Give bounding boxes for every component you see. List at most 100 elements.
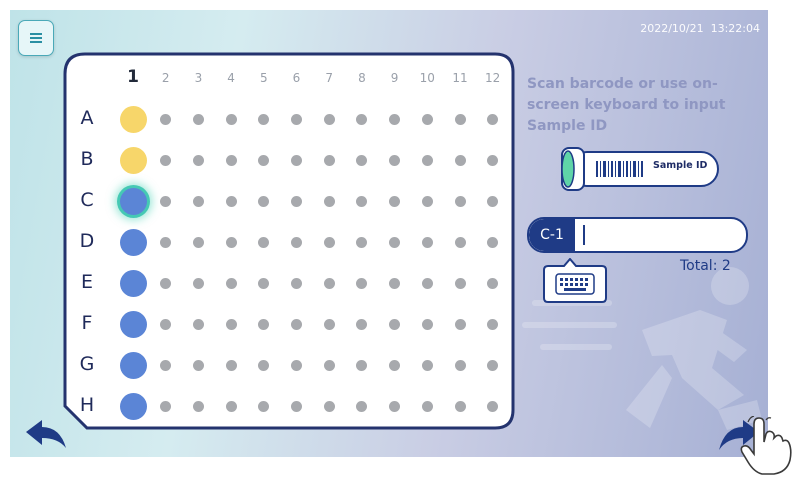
well-B5[interactable] — [258, 154, 270, 166]
well-B10[interactable] — [421, 154, 433, 166]
well-C12[interactable] — [487, 195, 499, 207]
well-A2[interactable] — [160, 113, 172, 125]
well-G9[interactable] — [389, 359, 401, 371]
well-H9[interactable] — [389, 400, 401, 412]
well-H11[interactable] — [454, 400, 466, 412]
well-B11[interactable] — [454, 154, 466, 166]
well-D1[interactable] — [119, 228, 147, 256]
well-A6[interactable] — [291, 113, 302, 125]
well-G10[interactable] — [421, 359, 433, 371]
well-C3[interactable] — [192, 195, 204, 207]
well-G3[interactable] — [192, 359, 204, 371]
well-E8[interactable] — [356, 277, 368, 289]
well-A8[interactable] — [356, 113, 368, 125]
well-B7[interactable] — [323, 154, 335, 166]
well-D11[interactable] — [454, 236, 466, 248]
back-button[interactable] — [24, 418, 68, 452]
well-H7[interactable] — [323, 400, 335, 412]
sample-id-input[interactable]: C-1 — [527, 217, 748, 253]
well-D2[interactable] — [160, 236, 172, 248]
well-D8[interactable] — [356, 236, 368, 248]
well-H5[interactable] — [258, 400, 270, 412]
well-C2[interactable] — [160, 195, 172, 207]
well-G7[interactable] — [323, 359, 335, 371]
well-F6[interactable] — [291, 318, 302, 330]
well-H3[interactable] — [192, 400, 204, 412]
well-A4[interactable] — [225, 113, 237, 125]
well-F1[interactable] — [119, 310, 147, 338]
well-G6[interactable] — [291, 359, 302, 371]
well-H1[interactable] — [119, 392, 147, 420]
well-F4[interactable] — [225, 318, 237, 330]
well-C9[interactable] — [389, 195, 401, 207]
well-H6[interactable] — [291, 400, 302, 412]
menu-button[interactable] — [18, 20, 54, 56]
well-E5[interactable] — [258, 277, 270, 289]
well-H10[interactable] — [421, 400, 433, 412]
well-A11[interactable] — [454, 113, 466, 125]
well-A7[interactable] — [323, 113, 335, 125]
well-A3[interactable] — [192, 113, 204, 125]
well-B2[interactable] — [160, 154, 172, 166]
well-D7[interactable] — [323, 236, 335, 248]
well-E6[interactable] — [291, 277, 302, 289]
well-B4[interactable] — [225, 154, 237, 166]
well-G5[interactable] — [258, 359, 270, 371]
well-F8[interactable] — [356, 318, 368, 330]
well-C5[interactable] — [258, 195, 270, 207]
well-B1[interactable] — [119, 146, 147, 174]
well-F7[interactable] — [323, 318, 335, 330]
well-B6[interactable] — [291, 154, 302, 166]
well-G1[interactable] — [119, 351, 147, 379]
well-H4[interactable] — [225, 400, 237, 412]
well-C8[interactable] — [356, 195, 368, 207]
well-C7[interactable] — [323, 195, 335, 207]
well-E9[interactable] — [389, 277, 401, 289]
well-F11[interactable] — [454, 318, 466, 330]
well-A9[interactable] — [389, 113, 401, 125]
well-H12[interactable] — [487, 400, 499, 412]
well-H8[interactable] — [356, 400, 368, 412]
well-D6[interactable] — [291, 236, 302, 248]
well-E2[interactable] — [160, 277, 172, 289]
well-G11[interactable] — [454, 359, 466, 371]
well-A5[interactable] — [258, 113, 270, 125]
well-C4[interactable] — [225, 195, 237, 207]
well-D3[interactable] — [192, 236, 204, 248]
well-G2[interactable] — [160, 359, 172, 371]
well-E12[interactable] — [487, 277, 499, 289]
well-H2[interactable] — [160, 400, 172, 412]
well-F9[interactable] — [389, 318, 401, 330]
well-D12[interactable] — [487, 236, 499, 248]
well-F3[interactable] — [192, 318, 204, 330]
well-D5[interactable] — [258, 236, 270, 248]
well-A1[interactable] — [119, 105, 147, 133]
well-C10[interactable] — [421, 195, 433, 207]
well-G8[interactable] — [356, 359, 368, 371]
keyboard-button[interactable] — [542, 258, 608, 304]
well-E1[interactable] — [119, 269, 147, 297]
well-F5[interactable] — [258, 318, 270, 330]
well-C11[interactable] — [454, 195, 466, 207]
well-B9[interactable] — [389, 154, 401, 166]
well-E11[interactable] — [454, 277, 466, 289]
well-E10[interactable] — [421, 277, 433, 289]
well-F10[interactable] — [421, 318, 433, 330]
well-B8[interactable] — [356, 154, 368, 166]
well-G12[interactable] — [487, 359, 499, 371]
well-B3[interactable] — [192, 154, 204, 166]
well-D10[interactable] — [421, 236, 433, 248]
well-D9[interactable] — [389, 236, 401, 248]
well-A10[interactable] — [421, 113, 433, 125]
well-E7[interactable] — [323, 277, 335, 289]
well-F2[interactable] — [160, 318, 172, 330]
well-C6[interactable] — [291, 195, 302, 207]
well-E3[interactable] — [192, 277, 204, 289]
well-D4[interactable] — [225, 236, 237, 248]
well-E4[interactable] — [225, 277, 237, 289]
well-G4[interactable] — [225, 359, 237, 371]
well-A12[interactable] — [487, 113, 499, 125]
well-F12[interactable] — [487, 318, 499, 330]
well-B12[interactable] — [487, 154, 499, 166]
well-C1[interactable] — [119, 187, 147, 215]
